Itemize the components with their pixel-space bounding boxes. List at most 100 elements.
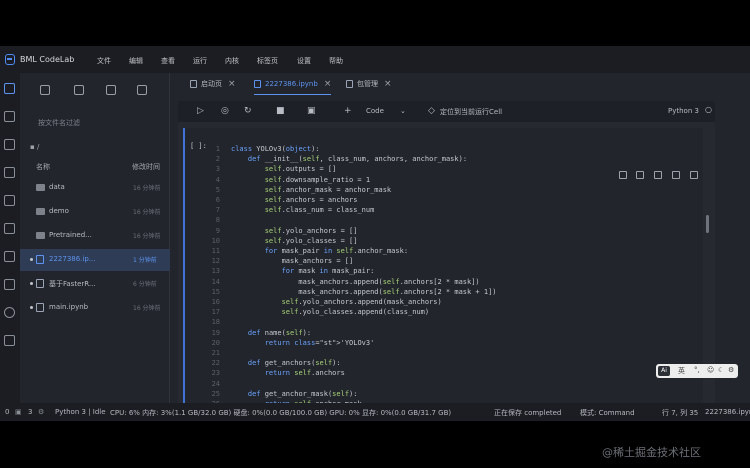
code-text: self.yolo_anchors = [] xyxy=(264,226,358,235)
watermark: @稀土掘金技术社区 xyxy=(602,446,701,459)
line-number: 15 xyxy=(211,287,220,296)
moon-icon[interactable]: ☾ xyxy=(718,366,724,374)
locate-running-cell-button[interactable]: 定位到当前运行Cell xyxy=(440,107,502,117)
file-row-data[interactable]: data 16 分钟前 xyxy=(20,177,170,199)
folder-icon: ▪ xyxy=(30,143,35,151)
tab-label: 包管理 xyxy=(357,80,378,88)
tab-packages[interactable]: 包管理 × xyxy=(346,73,392,95)
line-number: 6 xyxy=(215,196,220,204)
folder-icon xyxy=(36,208,45,215)
tab-notebook[interactable]: 2227386.ipynb × xyxy=(254,73,332,95)
emoji-icon[interactable]: ☺ xyxy=(707,366,714,374)
notebook-icon xyxy=(254,79,261,88)
file-toolbar xyxy=(20,73,169,107)
package-icon[interactable] xyxy=(4,223,15,234)
insert-below-icon[interactable] xyxy=(672,171,680,179)
new-launcher-icon[interactable] xyxy=(40,85,50,95)
file-name: demo xyxy=(49,207,69,215)
line-number: 23 xyxy=(211,369,220,378)
new-folder-icon[interactable] xyxy=(74,85,84,95)
kernel-state[interactable]: Python 3 | Idle xyxy=(55,408,106,416)
gear-icon[interactable]: ⚙ xyxy=(728,366,734,374)
close-icon[interactable]: × xyxy=(324,79,332,89)
line-number: 18 xyxy=(211,318,220,327)
scrollbar[interactable] xyxy=(706,215,709,233)
file-filter-input[interactable]: 按文件名过滤 xyxy=(26,115,164,131)
file-row-fasterrcnn[interactable]: 基于FasterR... 6 分钟前 xyxy=(20,273,170,295)
language-toggle[interactable]: 英 xyxy=(678,366,685,376)
move-up-icon[interactable] xyxy=(619,171,627,179)
terminal-icon[interactable] xyxy=(4,279,15,290)
copy-icon[interactable] xyxy=(654,171,662,179)
restart-icon[interactable]: ↻ xyxy=(244,106,252,116)
menu-kernel[interactable]: 内核 xyxy=(225,56,239,66)
dataset-icon[interactable] xyxy=(4,195,15,206)
folder-icon xyxy=(36,232,45,239)
kernel-status-icon: ○ xyxy=(705,105,712,114)
add-cell-icon[interactable]: + xyxy=(344,106,352,116)
file-row-demo[interactable]: demo 16 分钟前 xyxy=(20,201,170,223)
chevron-down-icon[interactable]: ⌄ xyxy=(400,107,406,115)
kernel-name[interactable]: Python 3 xyxy=(668,107,699,115)
close-icon[interactable]: × xyxy=(384,79,392,89)
menu-settings[interactable]: 设置 xyxy=(297,56,311,66)
close-icon[interactable]: × xyxy=(228,79,236,89)
restart-run-icon[interactable]: ◎ xyxy=(221,106,229,116)
tab-launcher[interactable]: 启动页 × xyxy=(190,73,236,95)
line-number: 7 xyxy=(215,206,220,215)
line-number: 9 xyxy=(215,226,220,235)
menu-help[interactable]: 帮助 xyxy=(329,56,343,66)
running-sessions-icon[interactable] xyxy=(4,111,15,122)
punctuation-icon[interactable]: °, xyxy=(694,366,700,374)
delete-icon[interactable] xyxy=(690,171,698,179)
file-row-2227386[interactable]: 2227386.ip... 1 分钟前 xyxy=(20,249,170,271)
file-row-pretrained[interactable]: Pretrained... 16 分钟前 xyxy=(20,225,170,247)
code-text: def get_anchors(self): xyxy=(247,359,341,368)
terminal-count[interactable]: 0 xyxy=(5,408,9,416)
notebook-icon xyxy=(36,255,44,264)
kernel-count[interactable]: 3 xyxy=(28,408,32,416)
line-number: 4 xyxy=(215,175,220,184)
running-dot-icon xyxy=(30,258,33,261)
file-modified: 16 分钟前 xyxy=(133,209,161,216)
file-modified: 1 分钟前 xyxy=(133,257,157,264)
refresh-icon[interactable] xyxy=(137,85,147,95)
line-number: 16 xyxy=(211,298,220,306)
menu-tabs[interactable]: 标签页 xyxy=(257,56,278,66)
move-down-icon[interactable] xyxy=(636,171,644,179)
file-row-main[interactable]: main.ipynb 16 分钟前 xyxy=(20,297,170,319)
tab-list-icon[interactable] xyxy=(4,167,15,178)
line-number: 2 xyxy=(215,155,220,164)
save-icon[interactable]: ▣ xyxy=(307,106,316,116)
line-number: 1 xyxy=(215,145,220,153)
gear-icon[interactable] xyxy=(4,307,15,318)
status-bar: 0 ▣ 3 ⚙ Python 3 | Idle CPU: 6% 内存: 3%(1… xyxy=(0,403,750,421)
terminal-icon: ▣ xyxy=(15,408,22,416)
breadcrumb[interactable]: ▪ / xyxy=(30,143,39,151)
column-name-header[interactable]: 名称 xyxy=(36,162,50,172)
file-browser-icon[interactable] xyxy=(4,83,15,94)
commands-icon[interactable] xyxy=(4,139,15,150)
file-modified: 6 分钟前 xyxy=(133,281,157,288)
code-snippet-icon[interactable] xyxy=(4,251,15,262)
menu-file[interactable]: 文件 xyxy=(97,56,111,66)
notebook-toolbar: ▷ ◎ ↻ ■ ▣ + Code ⌄ ◇ 定位到当前运行Cell Python … xyxy=(178,101,715,122)
menu-run[interactable]: 运行 xyxy=(193,56,207,66)
screen: BML CodeLab 文件 编辑 查看 运行 内核 标签页 设置 帮助 按文件… xyxy=(0,0,750,468)
column-modified-header[interactable]: 修改时间 xyxy=(132,162,160,172)
menu-edit[interactable]: 编辑 xyxy=(129,56,143,66)
run-icon[interactable]: ▷ xyxy=(197,106,204,116)
menu-view[interactable]: 查看 xyxy=(161,56,175,66)
extension-icon[interactable] xyxy=(4,335,15,346)
ai-badge[interactable]: Ai xyxy=(658,366,670,376)
line-number: 22 xyxy=(211,359,220,368)
upload-icon[interactable] xyxy=(106,85,116,95)
app-title: BML CodeLab xyxy=(20,55,75,64)
line-number: 20 xyxy=(211,338,220,347)
line-number: 14 xyxy=(211,277,220,286)
code-text: self.anchors = anchors xyxy=(264,196,358,204)
cell-type-select[interactable]: Code xyxy=(366,107,384,115)
file-browser-panel: 按文件名过滤 ▪ / 名称 修改时间 data 16 分钟前 demo 16 分… xyxy=(20,73,170,403)
interrupt-icon[interactable]: ■ xyxy=(276,106,285,116)
cursor-position: 行 7, 列 35 xyxy=(662,409,699,417)
